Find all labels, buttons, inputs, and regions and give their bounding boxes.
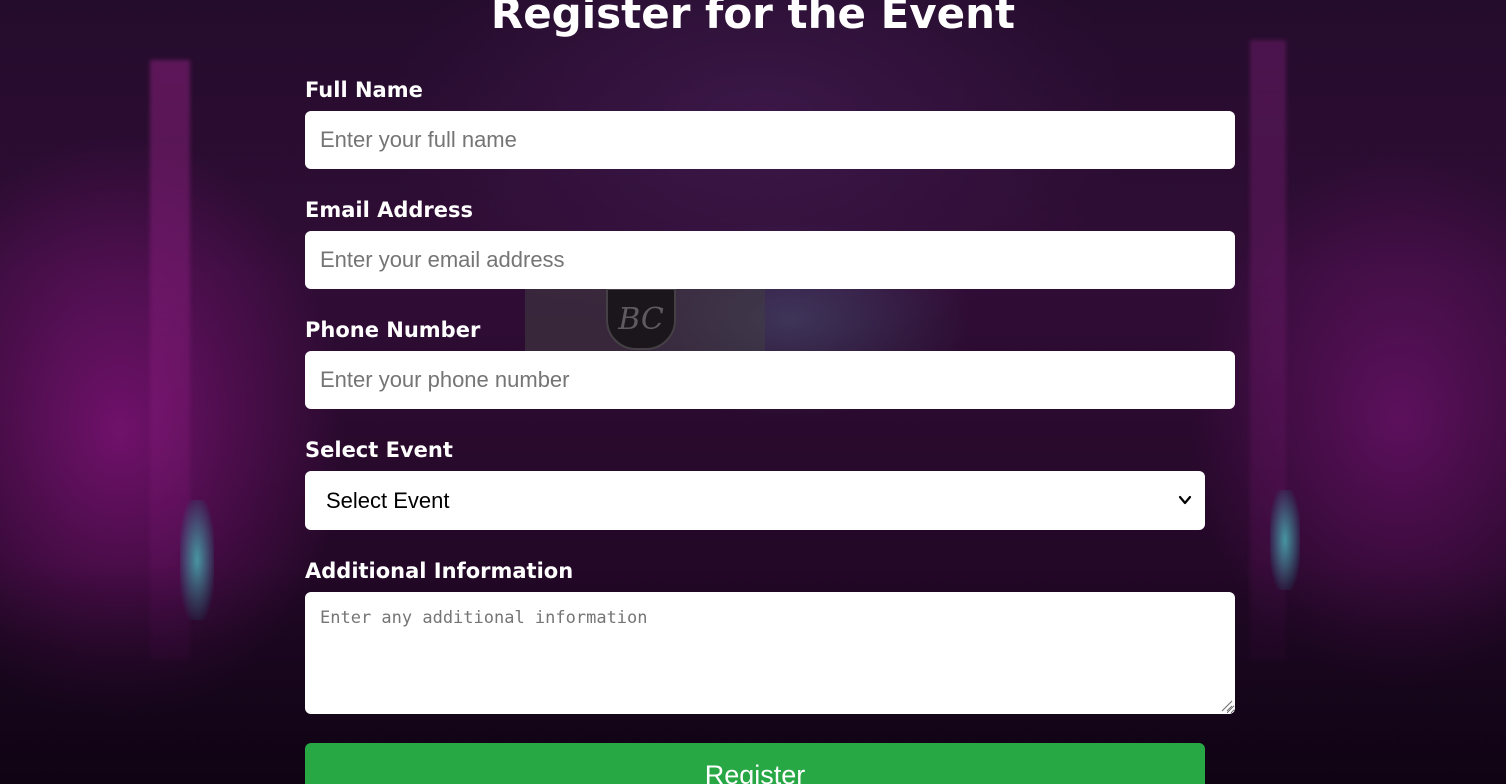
resize-handle-icon[interactable] (1219, 698, 1233, 712)
crest-text: BC (618, 301, 664, 337)
event-select-value: Select Event (326, 488, 450, 513)
select-event-label: Select Event (305, 438, 453, 462)
phone-input[interactable] (305, 351, 1235, 409)
email-label: Email Address (305, 198, 474, 222)
register-button[interactable]: Register (305, 743, 1205, 784)
additional-info-label: Additional Information (305, 559, 574, 583)
additional-info-textarea[interactable] (305, 592, 1235, 714)
email-input[interactable] (305, 231, 1235, 289)
event-select[interactable]: Select Event (305, 471, 1205, 530)
chevron-down-icon (1178, 495, 1192, 505)
bc-crest-logo: BC (606, 288, 676, 350)
page-title: Register for the Event (490, 0, 1016, 38)
full-name-input[interactable] (305, 111, 1235, 169)
phone-label: Phone Number (305, 318, 481, 342)
full-name-label: Full Name (305, 78, 423, 102)
